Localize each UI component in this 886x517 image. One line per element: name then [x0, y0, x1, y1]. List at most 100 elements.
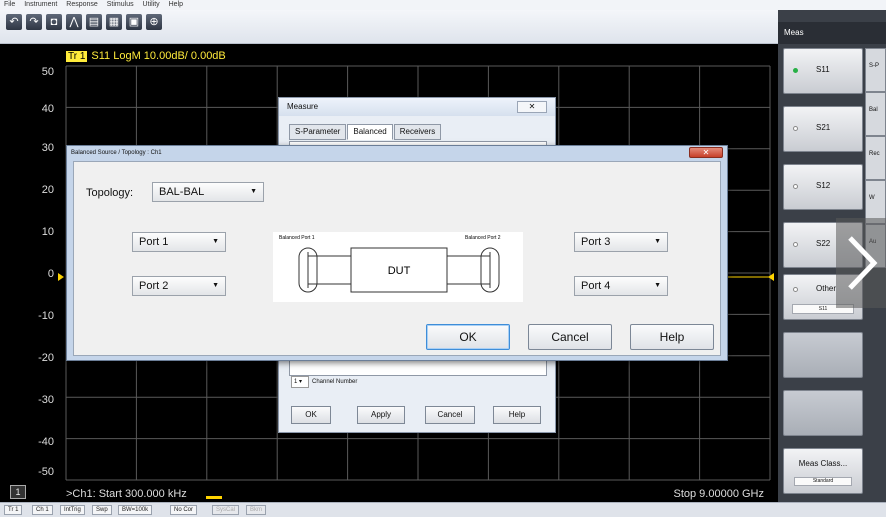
softkey-s21[interactable]: S21: [783, 106, 863, 152]
channel-indicator[interactable]: 1: [10, 485, 26, 499]
redo-icon[interactable]: ↷: [26, 14, 42, 30]
status-channel[interactable]: Ch 1: [32, 505, 53, 515]
menu-bar: File Instrument Response Stimulus Utilit…: [0, 0, 886, 10]
marker-icon[interactable]: ⋀: [66, 14, 82, 30]
y-tick: 40: [41, 103, 54, 115]
softkey-label: S12: [816, 181, 831, 190]
help-button[interactable]: Help: [630, 324, 714, 350]
trace-format: S11 LogM 10.00dB/ 0.00dB: [91, 50, 226, 62]
cancel-button[interactable]: Cancel: [425, 406, 475, 424]
channel-number-value: 1: [294, 379, 298, 385]
undo-icon[interactable]: ↶: [6, 14, 22, 30]
port-value: Port 1: [139, 236, 169, 248]
softkey-label: Meas Class...: [798, 459, 848, 468]
camera-icon[interactable]: ◘: [46, 14, 62, 30]
tab-s-parameter[interactable]: S-Parameter: [289, 124, 347, 140]
status-trace[interactable]: Tr 1: [4, 505, 23, 515]
menu-file[interactable]: File: [4, 1, 15, 8]
table-icon[interactable]: ▤: [86, 14, 102, 30]
softkey-label: Other: [816, 284, 837, 293]
side-tab[interactable]: Bal: [865, 92, 886, 136]
port1-select[interactable]: Port 1 ▼: [132, 232, 226, 252]
softkey-label: S21: [816, 123, 831, 132]
status-correction[interactable]: No Cor: [170, 505, 198, 515]
dialog-body: Topology: BAL-BAL ▼ Port 1 ▼ Port 2 ▼ Port …: [73, 161, 721, 356]
menu-instrument[interactable]: Instrument: [24, 1, 57, 8]
menu-utility[interactable]: Utility: [143, 1, 160, 8]
port3-select[interactable]: Port 3 ▼: [574, 232, 668, 252]
chevron-right-icon: [848, 236, 878, 290]
cancel-button[interactable]: Cancel: [528, 324, 612, 350]
chevron-down-icon: ▼: [250, 188, 257, 195]
dut-diagram: Balanced Port 1 Balanced Port 2 DUT: [279, 235, 501, 293]
menu-help[interactable]: Help: [169, 1, 183, 8]
close-icon[interactable]: ✕: [689, 147, 723, 158]
softkey-label: S11: [816, 65, 830, 74]
status-sweep[interactable]: Swp: [92, 505, 112, 515]
status-bkm: Bkm: [246, 505, 266, 515]
chevron-down-icon: ▼: [212, 282, 219, 289]
topology-value: BAL-BAL: [159, 186, 205, 198]
reference-marker-right[interactable]: [768, 273, 774, 281]
apply-button[interactable]: Apply: [357, 406, 405, 424]
balanced-port2-label: Balanced Port 2: [465, 235, 501, 241]
topology-diagram: Balanced Port 1 Balanced Port 2 DUT: [273, 232, 523, 302]
softkey-s12[interactable]: S12: [783, 164, 863, 210]
next-slide-button[interactable]: [836, 218, 886, 308]
port2-select[interactable]: Port 2 ▼: [132, 276, 226, 296]
radio-dot-icon: [793, 184, 798, 189]
chart-add-icon[interactable]: ▦: [106, 14, 122, 30]
port-value: Port 2: [139, 280, 169, 292]
topology-label: Topology:: [86, 187, 134, 199]
status-bar: Tr 1 Ch 1 IntTrig Swp BW=100k No Cor Sys…: [0, 502, 886, 517]
tab-balanced[interactable]: Balanced: [347, 124, 393, 140]
softkey-meas-class[interactable]: Meas Class... Standard: [783, 448, 863, 494]
ok-button[interactable]: OK: [291, 406, 331, 424]
port-value: Port 4: [581, 280, 611, 292]
delete-icon[interactable]: ▣: [126, 14, 142, 30]
ok-button[interactable]: OK: [426, 324, 510, 350]
reference-marker-left[interactable]: [58, 273, 64, 281]
radio-dot-icon: [793, 242, 798, 247]
softkey-label: S22: [816, 239, 831, 248]
chevron-down-icon: ▼: [654, 238, 661, 245]
y-tick: -20: [38, 352, 54, 364]
balanced-port1-label: Balanced Port 1: [279, 235, 315, 241]
radio-dot-icon: [793, 126, 798, 131]
side-tab[interactable]: Rec: [865, 136, 886, 180]
softkey-empty[interactable]: [783, 332, 863, 378]
topology-select[interactable]: BAL-BAL ▼: [152, 182, 264, 202]
y-tick: -50: [38, 466, 54, 478]
zoom-icon[interactable]: ⊕: [146, 14, 162, 30]
y-tick: 50: [41, 66, 54, 78]
close-icon[interactable]: ✕: [517, 101, 547, 113]
softkey-sublabel: Standard: [794, 477, 852, 486]
topology-dialog: Balanced Source / Topology : Ch1 ✕ Topol…: [66, 145, 728, 361]
y-tick: 30: [41, 142, 54, 154]
start-frequency[interactable]: >Ch1: Start 300.000 kHz: [66, 488, 187, 500]
status-trigger[interactable]: IntTrig: [60, 505, 85, 515]
y-tick: 20: [41, 184, 54, 196]
dialog-title: Measure: [279, 98, 555, 116]
y-tick: 10: [41, 226, 54, 238]
port4-select[interactable]: Port 4 ▼: [574, 276, 668, 296]
y-tick: 0: [47, 268, 54, 280]
menu-stimulus[interactable]: Stimulus: [107, 1, 134, 8]
tab-receivers[interactable]: Receivers: [393, 124, 442, 140]
status-bandwidth[interactable]: BW=100k: [118, 505, 153, 515]
side-tab[interactable]: S-P: [865, 48, 886, 92]
channel-number-select[interactable]: 1 ▾: [291, 376, 309, 388]
trace-title[interactable]: Tr 1 S11 LogM 10.00dB/ 0.00dB: [66, 50, 226, 62]
trace-legend-swatch: [206, 496, 222, 499]
chevron-down-icon: ▼: [654, 282, 661, 289]
softkey-s11[interactable]: S11: [783, 48, 863, 94]
help-button[interactable]: Help: [493, 406, 541, 424]
stop-frequency[interactable]: Stop 9.00000 GHz: [673, 488, 764, 500]
dut-label: DUT: [388, 265, 411, 277]
radio-dot-icon: [793, 68, 798, 73]
softkey-empty[interactable]: [783, 390, 863, 436]
status-syscal: SysCal: [212, 505, 240, 515]
trace-tag: Tr 1: [66, 51, 88, 62]
port-value: Port 3: [581, 236, 611, 248]
menu-response[interactable]: Response: [66, 1, 98, 8]
